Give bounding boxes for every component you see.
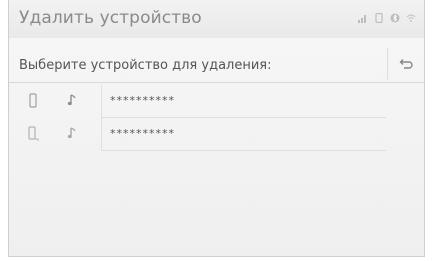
device-name: **********	[110, 127, 175, 140]
bluetooth-icon	[390, 13, 400, 23]
back-button[interactable]	[387, 48, 424, 80]
wifi-icon	[406, 14, 416, 22]
prompt-bar: Выберите устройство для удаления:	[9, 48, 424, 83]
phone-status-icon	[375, 13, 383, 23]
device-row[interactable]: **********	[9, 85, 424, 118]
audio-icon	[67, 127, 76, 139]
audio-icon	[67, 94, 76, 106]
return-arrow-icon	[399, 59, 413, 69]
status-icons	[358, 13, 416, 23]
prompt-text: Выберите устройство для удаления:	[19, 58, 272, 73]
title-bar: Удалить устройство	[9, 0, 424, 38]
device-name-cell: **********	[101, 85, 386, 118]
phone-connected-icon	[28, 126, 39, 141]
device-list: ********** **********	[9, 85, 424, 151]
signal-icon	[358, 15, 366, 23]
device-name: **********	[110, 94, 175, 107]
phone-icon	[29, 93, 37, 108]
screen: Удалить устройство Выберите устройство д…	[8, 0, 425, 257]
page-title: Удалить устройство	[19, 8, 202, 28]
device-name-cell: **********	[101, 118, 386, 151]
device-row[interactable]: **********	[9, 118, 424, 151]
